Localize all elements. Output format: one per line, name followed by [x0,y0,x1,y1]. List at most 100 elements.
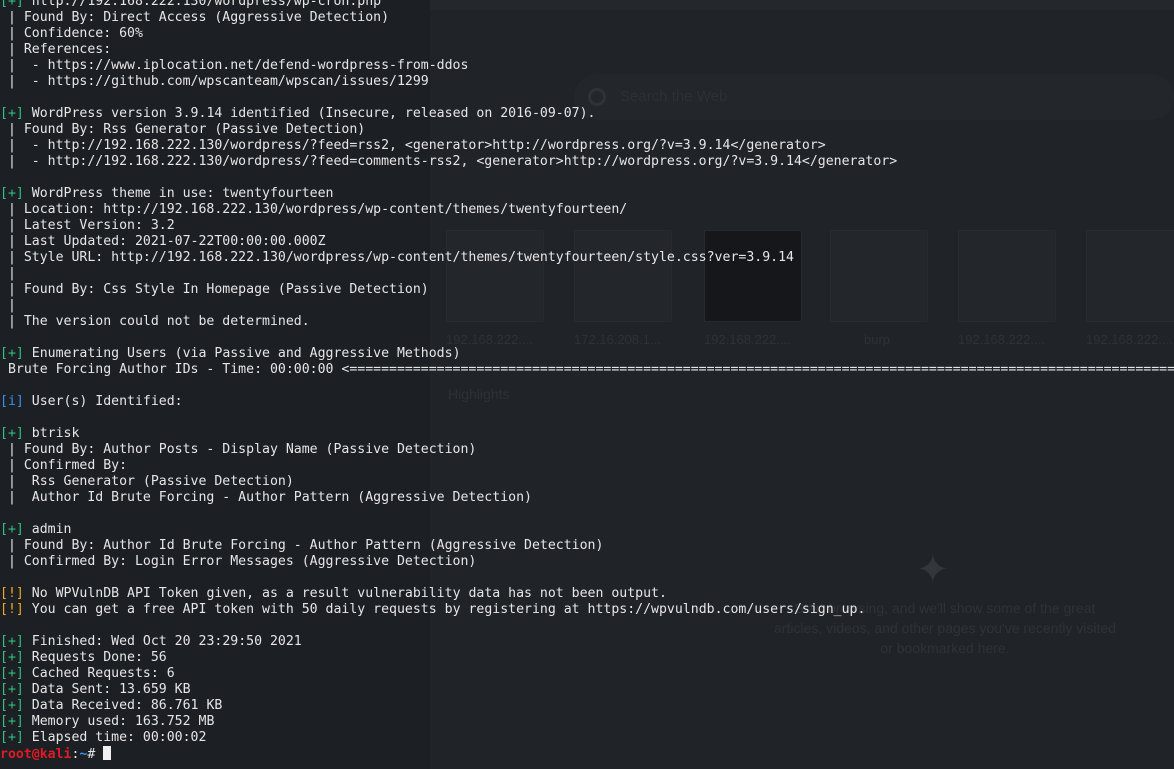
terminal-line: [+] Requests Done: 56 [0,650,1174,666]
terminal-line: [+] http://192.168.222.130/wordpress/wp-… [0,0,1174,10]
terminal-line: | [0,298,1174,314]
line-text: | Confirmed By: [0,458,128,473]
terminal-line: | Found By: Css Style In Homepage (Passi… [0,282,1174,298]
status-tag-plus: [+] [0,634,24,649]
line-text: | Latest Version: 3.2 [0,218,175,233]
line-text: | [0,298,16,313]
line-text: btrisk [23,426,80,441]
terminal-line: | - https://www.iplocation.net/defend-wo… [0,58,1174,74]
terminal-line: [+] Elapsed time: 00:00:02 [0,730,1174,746]
terminal-line: | The version could not be determined. [0,314,1174,330]
line-text: | - https://github.com/wpscanteam/wpscan… [0,74,429,89]
line-text: Cached Requests: 6 [23,666,175,681]
line-text: Enumerating Users (via Passive and Aggre… [23,346,461,361]
status-tag-plus: [+] [0,730,24,745]
terminal-line: | Found By: Author Posts - Display Name … [0,442,1174,458]
terminal-line: [i] User(s) Identified: [0,394,1174,410]
status-tag-plus: [+] [0,522,24,537]
terminal-line: | Author Id Brute Forcing - Author Patte… [0,490,1174,506]
line-text: | - http://192.168.222.130/wordpress/?fe… [0,138,826,153]
status-tag-plus: [+] [0,682,24,697]
line-text: | Found By: Author Posts - Display Name … [0,442,477,457]
line-text: admin [23,522,72,537]
line-text: Finished: Wed Oct 20 23:29:50 2021 [23,634,302,649]
terminal-line: | Style URL: http://192.168.222.130/word… [0,250,1174,266]
shell-prompt[interactable]: root@kali:~# [0,746,1174,762]
status-tag-plus: [+] [0,426,24,441]
line-text: | - http://192.168.222.130/wordpress/?fe… [0,154,898,169]
line-text: Data Sent: 13.659 KB [23,682,191,697]
status-tag-plus: [+] [0,0,24,9]
status-tag-info: [i] [0,394,24,409]
status-tag-plus: [+] [0,698,24,713]
line-text: | References: [0,42,112,57]
terminal-line: | Confirmed By: [0,458,1174,474]
line-text: No WPVulnDB API Token given, as a result… [23,586,667,601]
line-text: Data Received: 86.761 KB [23,698,223,713]
terminal-line: | - http://192.168.222.130/wordpress/?fe… [0,138,1174,154]
terminal-line: [+] WordPress theme in use: twentyfourte… [0,186,1174,202]
terminal-line: | [0,266,1174,282]
terminal-line: | Latest Version: 3.2 [0,218,1174,234]
status-tag-warn: [!] [0,586,24,601]
line-text: Elapsed time: 00:00:02 [23,730,207,745]
line-text: Brute Forcing Author IDs - Time: 00:00:0… [0,362,1174,377]
line-text: | Author Id Brute Forcing - Author Patte… [0,490,532,505]
line-text: | Found By: Direct Access (Aggressive De… [0,10,390,25]
line-text: | The version could not be determined. [0,314,310,329]
terminal-line: | Found By: Direct Access (Aggressive De… [0,10,1174,26]
terminal-line: [!] No WPVulnDB API Token given, as a re… [0,586,1174,602]
terminal-window[interactable]: Search the Web 192.168.222.... 172.16.20… [0,0,1174,769]
terminal-line: | Confidence: 60% [0,26,1174,42]
line-text: | Style URL: http://192.168.222.130/word… [0,250,794,265]
terminal-line: | Last Updated: 2021-07-22T00:00:00.000Z [0,234,1174,250]
line-text: User(s) Identified: [23,394,183,409]
status-tag-plus: [+] [0,106,24,121]
terminal-line: [+] Data Sent: 13.659 KB [0,682,1174,698]
terminal-output: [+] http://192.168.222.130/wordpress/wp-… [0,0,1174,762]
line-text: | - https://www.iplocation.net/defend-wo… [0,58,469,73]
status-tag-plus: [+] [0,346,24,361]
line-text: Requests Done: 56 [23,650,167,665]
line-text: | Confidence: 60% [0,26,143,41]
terminal-line: Brute Forcing Author IDs - Time: 00:00:0… [0,362,1174,378]
terminal-line: | - http://192.168.222.130/wordpress/?fe… [0,154,1174,170]
terminal-line: | Confirmed By: Login Error Messages (Ag… [0,554,1174,570]
terminal-line: [+] Data Received: 86.761 KB [0,698,1174,714]
terminal-line: [+] Finished: Wed Oct 20 23:29:50 2021 [0,634,1174,650]
terminal-line: | Found By: Rss Generator (Passive Detec… [0,122,1174,138]
prompt-user-host: root@kali [0,747,72,762]
terminal-line: [+] Enumerating Users (via Passive and A… [0,346,1174,362]
terminal-line: [!] You can get a free API token with 50… [0,602,1174,618]
terminal-line: [+] WordPress version 3.9.14 identified … [0,106,1174,122]
terminal-line: | Rss Generator (Passive Detection) [0,474,1174,490]
terminal-line: | References: [0,42,1174,58]
terminal-line: | - https://github.com/wpscanteam/wpscan… [0,74,1174,90]
line-text: | Rss Generator (Passive Detection) [0,474,294,489]
line-text: You can get a free API token with 50 dai… [23,602,866,617]
terminal-line: [+] admin [0,522,1174,538]
line-text: | [0,266,16,281]
status-tag-plus: [+] [0,650,24,665]
terminal-line: [+] Cached Requests: 6 [0,666,1174,682]
line-text: | Found By: Css Style In Homepage (Passi… [0,282,429,297]
line-text: http://192.168.222.130/wordpress/wp-cron… [23,0,382,9]
status-tag-plus: [+] [0,186,24,201]
line-text: | Location: http://192.168.222.130/wordp… [0,202,628,217]
line-text: Memory used: 163.752 MB [23,714,215,729]
status-tag-plus: [+] [0,714,24,729]
line-text: WordPress version 3.9.14 identified (Ins… [23,106,596,121]
text-cursor[interactable] [103,746,112,760]
terminal-line: | Found By: Author Id Brute Forcing - Au… [0,538,1174,554]
line-text: | Found By: Author Id Brute Forcing - Au… [0,538,604,553]
terminal-line: [+] Memory used: 163.752 MB [0,714,1174,730]
line-text: | Found By: Rss Generator (Passive Detec… [0,122,366,137]
